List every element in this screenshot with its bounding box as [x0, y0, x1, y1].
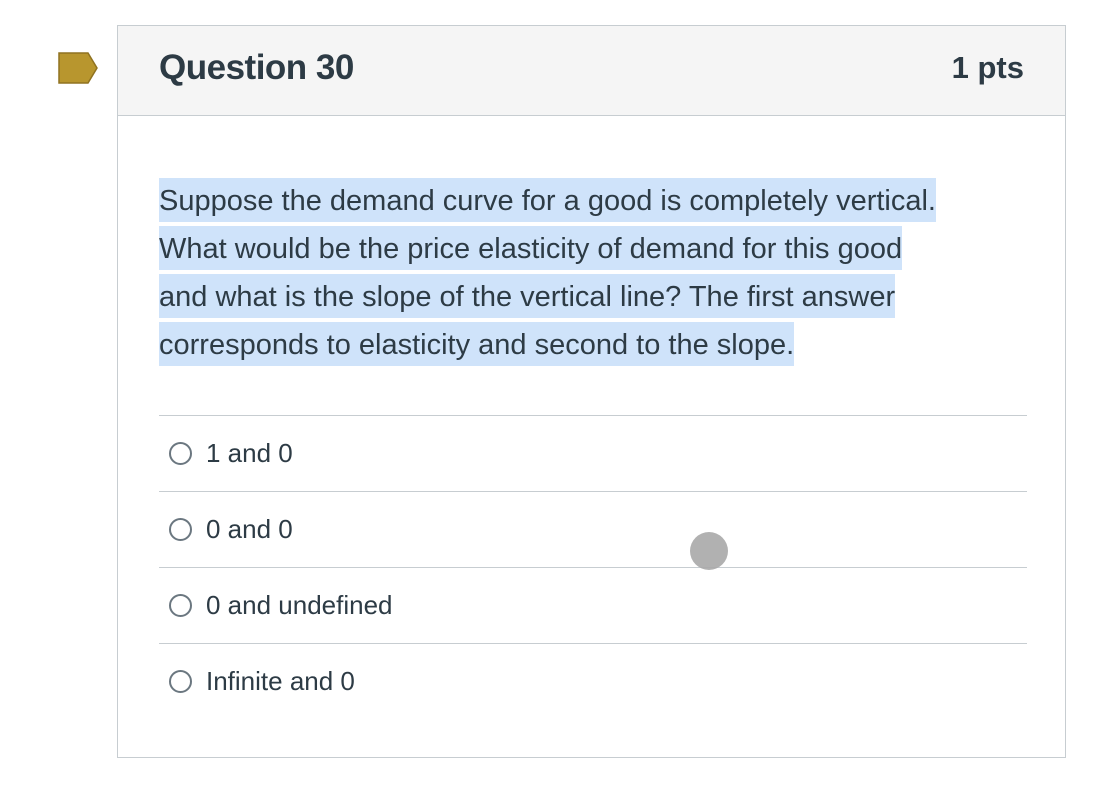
question-text-line: and what is the slope of the vertical li… [159, 274, 896, 318]
mouse-cursor-indicator [690, 532, 728, 570]
answer-label[interactable]: 0 and 0 [206, 514, 293, 545]
answer-option[interactable]: 0 and undefined [159, 567, 1027, 643]
question-header: Question 30 1 pts [118, 26, 1065, 116]
answer-option[interactable]: 0 and 0 [159, 491, 1027, 567]
question-points: 1 pts [951, 50, 1024, 85]
question-text: Suppose the demand curve for a good is c… [159, 177, 1029, 369]
radio-button[interactable] [169, 594, 192, 617]
answer-option[interactable]: 1 and 0 [159, 415, 1027, 491]
radio-button[interactable] [169, 670, 192, 693]
answer-option[interactable]: Infinite and 0 [159, 643, 1027, 719]
answer-label[interactable]: Infinite and 0 [206, 666, 355, 697]
flag-icon[interactable] [58, 52, 98, 84]
question-text-line: What would be the price elasticity of de… [159, 226, 903, 270]
radio-button[interactable] [169, 442, 192, 465]
question-card: Question 30 1 pts Suppose the demand cur… [117, 25, 1066, 758]
radio-button[interactable] [169, 518, 192, 541]
question-text-line: corresponds to elasticity and second to … [159, 322, 795, 366]
answer-list: 1 and 0 0 and 0 0 and undefined Infinite… [159, 415, 1027, 719]
answer-label[interactable]: 0 and undefined [206, 590, 393, 621]
question-text-line: Suppose the demand curve for a good is c… [159, 178, 936, 222]
answer-label[interactable]: 1 and 0 [206, 438, 293, 469]
question-title: Question 30 [159, 48, 354, 87]
